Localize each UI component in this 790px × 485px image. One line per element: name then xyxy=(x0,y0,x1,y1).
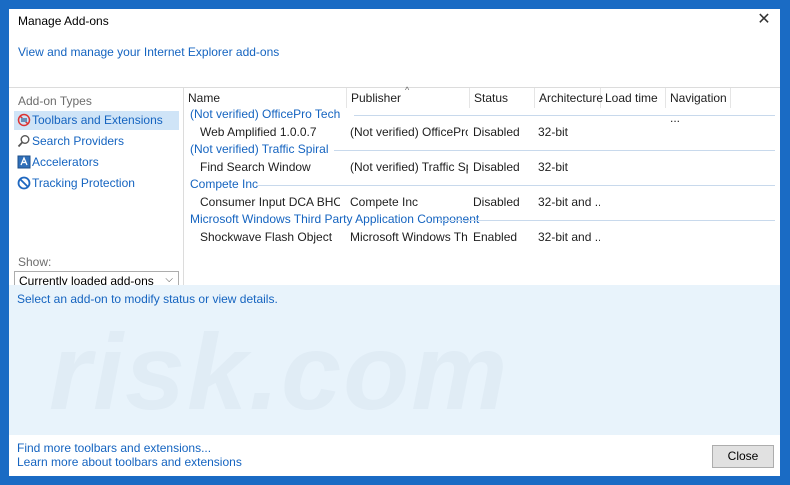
row-status: Enabled xyxy=(473,230,518,244)
close-icon[interactable]: ✕ xyxy=(756,12,772,28)
row-name: Consumer Input DCA BHO xyxy=(200,195,340,209)
accelerator-icon xyxy=(17,155,31,169)
row-architecture: 32-bit and ... xyxy=(538,230,600,244)
title-bar: Manage Add-ons ✕ xyxy=(9,9,780,33)
row-publisher: Microsoft Windows Third... xyxy=(350,230,468,244)
sidebar-item-toolbars[interactable]: Toolbars and Extensions xyxy=(14,111,179,130)
close-button[interactable]: Close xyxy=(712,445,774,468)
row-status: Disabled xyxy=(473,195,520,209)
window-subtitle: View and manage your Internet Explorer a… xyxy=(18,45,280,59)
row-name: Shockwave Flash Object xyxy=(200,230,333,244)
row-architecture: 32-bit xyxy=(538,125,569,139)
group-header: (Not verified) Traffic Spiral xyxy=(190,142,329,156)
sidebar-item-label: Tracking Protection xyxy=(32,176,135,190)
addons-table: Name Publisher ^ Status Architecture Loa… xyxy=(183,85,781,285)
row-name: Find Search Window xyxy=(200,160,311,174)
details-pane: Select an add-on to modify status or vie… xyxy=(9,285,780,435)
column-header-name[interactable]: Name xyxy=(184,88,347,108)
learn-more-link[interactable]: Learn more about toolbars and extensions xyxy=(17,455,242,469)
show-label: Show: xyxy=(18,255,52,269)
sidebar-item-label: Toolbars and Extensions xyxy=(32,113,163,127)
group-divider xyxy=(354,115,775,116)
search-icon xyxy=(17,134,31,148)
sidebar-item-tracking-protection[interactable]: Tracking Protection xyxy=(14,174,179,193)
sidebar-item-accelerators[interactable]: Accelerators xyxy=(14,153,179,172)
row-publisher: (Not verified) Traffic Spiral xyxy=(350,160,468,174)
row-architecture: 32-bit xyxy=(538,160,569,174)
addon-types-label: Add-on Types xyxy=(18,94,92,108)
group-header: Microsoft Windows Third Party Applicatio… xyxy=(190,212,480,226)
group-divider xyxy=(438,220,775,221)
sidebar-item-label: Accelerators xyxy=(32,155,99,169)
group-header: (Not verified) OfficePro Tech xyxy=(190,107,341,121)
sidebar-item-search-providers[interactable]: Search Providers xyxy=(14,132,179,151)
block-icon xyxy=(17,176,31,190)
footer: Find more toolbars and extensions... Lea… xyxy=(9,435,780,476)
group-divider xyxy=(334,150,775,151)
column-header-navigation[interactable]: Navigation ... xyxy=(666,88,731,125)
row-publisher: (Not verified) OfficePro T... xyxy=(350,125,468,139)
window-title: Manage Add-ons xyxy=(18,14,109,28)
row-name: Web Amplified 1.0.0.7 xyxy=(200,125,317,139)
group-divider xyxy=(256,185,775,186)
column-header-status[interactable]: Status xyxy=(470,88,535,108)
toolbar-icon xyxy=(17,113,31,127)
row-status: Disabled xyxy=(473,160,520,174)
chevron-down-icon: ⌵ xyxy=(165,274,173,285)
row-status: Disabled xyxy=(473,125,520,139)
row-architecture: 32-bit and ... xyxy=(538,195,600,209)
sidebar: Add-on Types Toolbars and Extensions Sea… xyxy=(14,91,179,292)
group-header: Compete Inc xyxy=(190,177,259,191)
find-more-link[interactable]: Find more toolbars and extensions... xyxy=(17,441,211,455)
sidebar-item-label: Search Providers xyxy=(32,134,125,148)
manage-addons-window: Manage Add-ons ✕ View and manage your In… xyxy=(9,9,780,476)
sort-arrow-icon: ^ xyxy=(405,85,410,95)
column-header-architecture[interactable]: Architecture xyxy=(535,88,603,108)
status-text: Select an add-on to modify status or vie… xyxy=(17,292,278,306)
column-header-load-time[interactable]: Load time xyxy=(601,88,666,108)
row-publisher: Compete Inc xyxy=(350,195,419,209)
